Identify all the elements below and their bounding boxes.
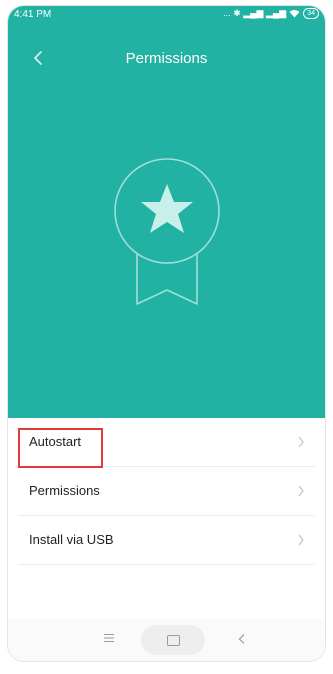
hero-banner: 4:41 PM ... ✱ ▂▄▆ ▂▄▆ 34 Permissions: [8, 6, 325, 418]
menu-item-install-via-usb[interactable]: Install via USB: [18, 516, 315, 565]
menu-icon[interactable]: [103, 632, 115, 644]
back-icon[interactable]: [236, 633, 248, 645]
home-icon[interactable]: [167, 635, 180, 646]
menu-item-label: Permissions: [29, 483, 100, 498]
battery-icon: 34: [303, 8, 319, 19]
status-icons: ... ✱ ▂▄▆ ▂▄▆ 34: [223, 8, 319, 19]
menu-item-permissions[interactable]: Permissions: [18, 467, 315, 516]
autostart-highlight-box: [18, 428, 103, 468]
status-time: 4:41 PM: [14, 9, 52, 20]
phone-screen: 4:41 PM ... ✱ ▂▄▆ ▂▄▆ 34 Permissions Aut…: [8, 6, 325, 661]
chevron-right-icon: [298, 485, 304, 497]
page-title: Permissions: [125, 50, 208, 67]
chevron-right-icon: [298, 436, 304, 448]
navigation-bar: [8, 619, 325, 661]
signal-wifi-icons: ... ✱ ▂▄▆ ▂▄▆: [223, 8, 287, 18]
wifi-icon: [289, 10, 300, 18]
status-bar: 4:41 PM ... ✱ ▂▄▆ ▂▄▆ 34: [8, 6, 325, 26]
menu-item-label: Install via USB: [29, 532, 114, 547]
chevron-right-icon: [298, 534, 304, 546]
star-award-icon: [114, 158, 220, 305]
